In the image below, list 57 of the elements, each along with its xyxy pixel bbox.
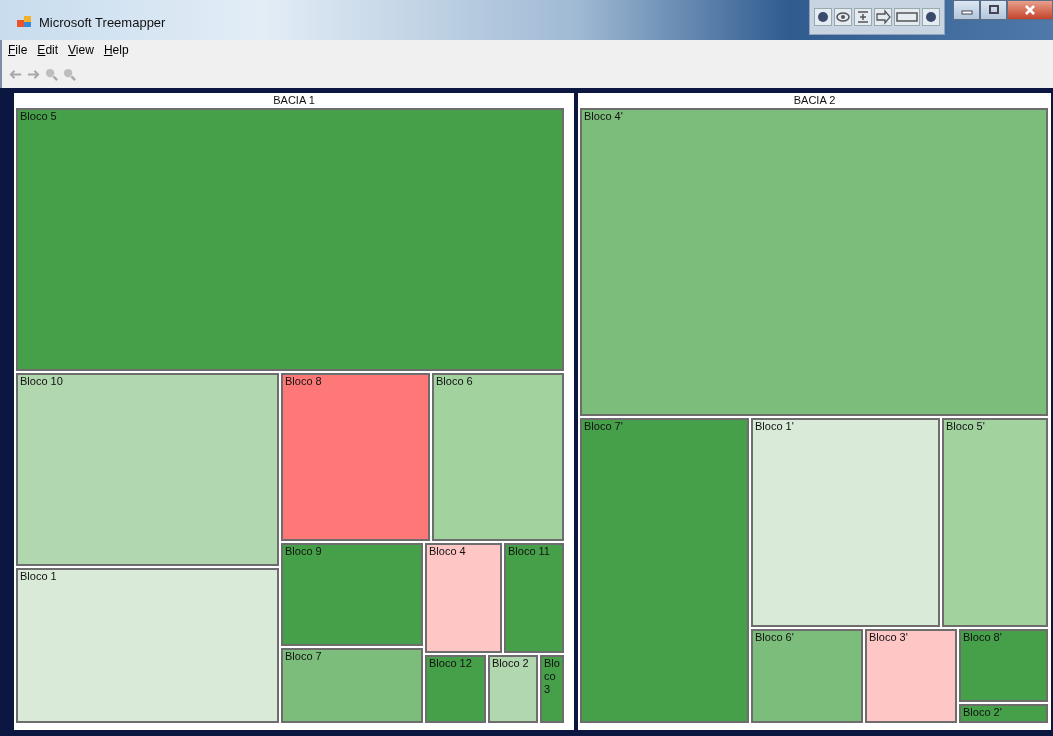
treemap-block[interactable]: Bloco 5' (942, 418, 1048, 627)
treemap-block[interactable]: Bloco 12 (425, 655, 486, 723)
treemap-block[interactable]: Bloco 3 (540, 655, 564, 723)
block-label: Bloco 5' (946, 420, 986, 433)
block-label: Bloco 5 (20, 110, 58, 123)
block-label: Bloco 8 (285, 375, 323, 388)
block-label: Bloco 6' (755, 631, 795, 644)
block-label: Bloco 11 (508, 545, 551, 558)
rectangle-icon[interactable] (894, 8, 920, 26)
block-label: Bloco 4 (429, 545, 467, 558)
menu-item[interactable]: Edit (37, 43, 59, 57)
align-icon[interactable] (854, 8, 872, 26)
eye-icon[interactable] (834, 8, 852, 26)
maximize-icon (987, 4, 1000, 16)
treemap-block[interactable]: Bloco 8 (281, 373, 430, 541)
block-label: Bloco 4' (584, 110, 624, 123)
treemap-block[interactable]: Bloco 7' (580, 418, 749, 723)
treemap-block[interactable]: Bloco 6' (751, 629, 863, 723)
block-label: Bloco 10 (20, 375, 64, 388)
block-label: Bloco 2' (963, 706, 1003, 719)
block-label: Bloco 3' (869, 631, 909, 644)
minimize-button[interactable] (953, 0, 980, 20)
block-label: Bloco 9 (285, 545, 323, 558)
treemap-block[interactable]: Bloco 8' (959, 629, 1048, 702)
treemap-block[interactable]: Bloco 2 (488, 655, 538, 723)
arrow-icon[interactable] (874, 8, 892, 26)
treemap-block[interactable]: Bloco 11 (504, 543, 564, 653)
menu-item[interactable]: View (68, 43, 94, 57)
block-label: Bloco 1' (755, 420, 795, 433)
treemap-block[interactable]: Bloco 6 (432, 373, 564, 541)
close-icon (1024, 4, 1036, 16)
block-label: Bloco 3 (544, 657, 560, 696)
treemap-block[interactable]: Bloco 4 (425, 543, 502, 653)
menu-item[interactable]: File (8, 43, 28, 57)
block-label: Bloco 12 (429, 657, 473, 670)
app-icon (16, 14, 32, 30)
treemap-block[interactable]: Bloco 2' (959, 704, 1048, 723)
block-label: Bloco 7' (584, 420, 624, 433)
window-title: Microsoft Treemapper (39, 14, 166, 30)
treemap-block[interactable]: Bloco 1 (16, 568, 279, 723)
block-label: Bloco 2 (492, 657, 530, 670)
treemap-block[interactable]: Bloco 1' (751, 418, 940, 627)
close-button[interactable] (1007, 0, 1053, 20)
maximize-button[interactable] (980, 0, 1007, 20)
block-label: Bloco 1 (20, 570, 58, 583)
treemap-block[interactable]: Bloco 10 (16, 373, 279, 566)
panel-title: BACIA 1 (272, 93, 316, 108)
treemap-block[interactable]: Bloco 4' (580, 108, 1048, 416)
block-label: Bloco 6 (436, 375, 474, 388)
treemap-block[interactable]: Bloco 7 (281, 648, 423, 723)
treemap-block[interactable]: Bloco 5 (16, 108, 564, 371)
treemap-block[interactable]: Bloco 9 (281, 543, 423, 646)
menu-item[interactable]: Help (103, 43, 129, 57)
panel-title: BACIA 2 (792, 93, 837, 108)
treemap-block[interactable]: Bloco 3' (865, 629, 957, 723)
block-label: Bloco 8' (963, 631, 1003, 644)
block-label: Bloco 7 (285, 650, 323, 663)
